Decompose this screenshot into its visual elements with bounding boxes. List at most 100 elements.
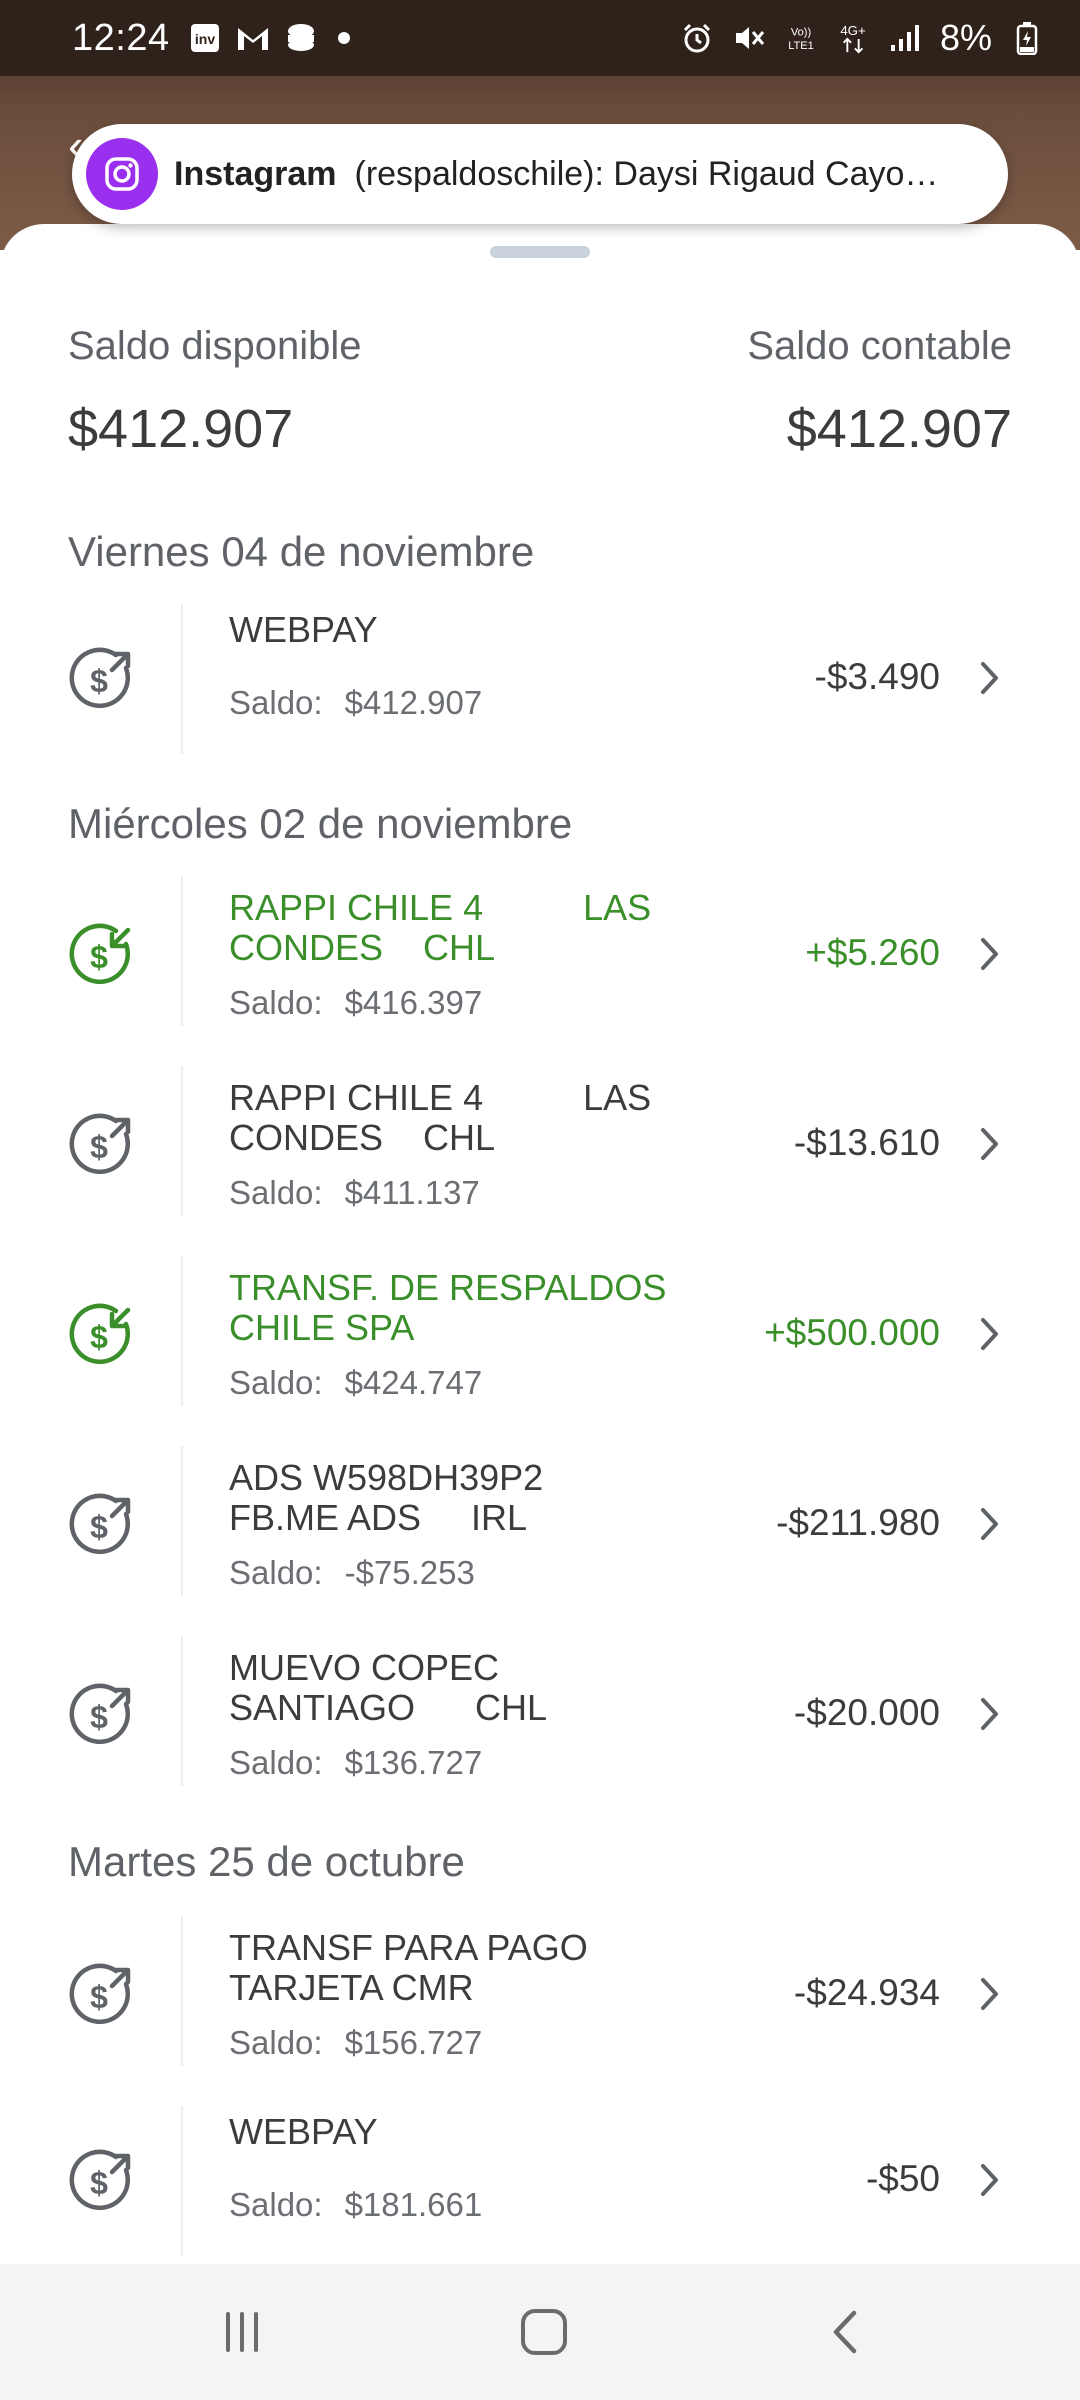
battery-charging-icon [1010,21,1044,55]
chevron-right-icon [981,1128,998,1160]
transaction-description: MUEVO COPEC SANTIAGO CHL [229,1647,548,1728]
saldo-value: $416.397 [344,984,483,1021]
balances-summary: Saldo disponible $412.907 Saldo contable… [68,324,1012,484]
transaction-amount: -$20.000 [793,1692,940,1733]
sheet-drag-handle[interactable] [490,246,590,258]
transaction-balance: Saldo: $424.747 [229,1364,482,1402]
home-icon[interactable] [514,2302,574,2362]
svg-text:$: $ [90,2165,108,2201]
transaction-balance: Saldo: $416.397 [229,984,482,1022]
saldo-label: Saldo: [229,1174,323,1211]
saldo-label: Saldo: [229,2024,323,2061]
transaction-amount: -$24.934 [793,1972,940,2013]
back-icon[interactable] [816,2302,876,2362]
transaction-description: RAPPI CHILE 4 LAS CONDES CHL [229,1077,652,1158]
date-header: Miércoles 02 de noviembre [68,800,573,847]
status-time: 12:24 [72,16,170,59]
dot-icon [337,32,350,44]
money-in-icon: $ [69,923,131,985]
transaction-amount: -$211.980 [776,1502,940,1543]
notification-app-name: Instagram [174,154,337,193]
saldo-value: -$75.253 [344,1554,475,1591]
chevron-right-icon [981,1978,998,2010]
battery-percentage: 8% [939,17,992,58]
svg-text:4G+: 4G+ [840,23,866,38]
saldo-value: $424.747 [344,1364,483,1401]
transaction-balance: Saldo: $136.727 [229,1744,482,1782]
saldo-label: Saldo: [229,1554,323,1591]
row-divider [181,604,183,754]
date-header: Viernes 04 de noviembre [68,528,535,575]
saldo-value: $411.137 [344,1174,480,1211]
accounting-balance-label: Saldo contable [747,324,1012,368]
row-divider [181,1256,183,1406]
svg-text:$: $ [90,1319,108,1355]
svg-text:$: $ [90,663,108,699]
row-divider [181,1446,183,1596]
svg-text:$: $ [90,1699,108,1735]
row-divider [181,2106,183,2256]
svg-text:$: $ [90,939,108,975]
money-out-icon: $ [69,1683,131,1745]
row-divider [181,876,183,1026]
saldo-value: $156.727 [344,2024,483,2061]
transaction-description: ADS W598DH39P2 FB.ME ADS IRL [229,1457,544,1538]
recent-apps-icon[interactable] [212,2302,272,2362]
inv-app-icon: inv [188,21,222,55]
available-balance-value: $412.907 [68,399,294,459]
chevron-right-icon [981,1508,998,1540]
transaction-balance: Saldo: $412.907 [229,684,482,722]
money-out-icon: $ [69,1963,131,2025]
transaction-amount: -$13.610 [793,1122,940,1163]
saldo-label: Saldo: [229,1744,323,1781]
svg-text:$: $ [90,1129,108,1165]
transaction-amount: +$500.000 [764,1312,940,1353]
status-bar: 12:24 inv Vo)) LTE1 4G+ 8% [0,0,1080,76]
transaction-amount: -$3.490 [814,656,941,697]
notification-text: (respaldoschile): Daysi Rigaud Cayo… [354,154,939,193]
transaction-balance: Saldo: $411.137 [229,1174,480,1212]
transaction-description: TRANSF. DE RESPALDOS CHILE SPA [229,1267,667,1348]
transaction-balance: Saldo: $181.661 [229,2186,482,2224]
transaction-balance: Saldo: -$75.253 [229,1554,475,1592]
mute-icon [732,21,766,55]
accounting-balance-value: $412.907 [786,399,1012,459]
burger-king-icon [284,21,318,55]
saldo-label: Saldo: [229,984,323,1021]
chevron-right-icon [981,662,998,694]
saldo-label: Saldo: [229,1364,323,1401]
chevron-right-icon [981,938,998,970]
money-out-icon: $ [69,2149,131,2211]
saldo-value: $412.907 [344,684,483,721]
transaction-amount: +$5.260 [805,932,940,973]
money-out-icon: $ [69,1113,131,1175]
instagram-notification[interactable]: Instagram (respaldoschile): Daysi Rigaud… [72,124,1008,224]
svg-text:LTE1: LTE1 [788,40,814,52]
transaction-description: WEBPAY [229,609,378,650]
saldo-value: $136.727 [344,1744,483,1781]
gmail-icon [236,21,270,55]
4g-icon: 4G+ [836,21,870,55]
svg-text:$: $ [90,1979,108,2015]
row-divider [181,1916,183,2066]
svg-text:inv: inv [194,31,214,47]
transaction-description: WEBPAY [229,2111,378,2152]
chevron-right-icon [981,1318,998,1350]
available-balance-label: Saldo disponible [68,324,362,368]
saldo-value: $181.661 [344,2186,483,2223]
row-divider [181,1066,183,1216]
money-in-icon: $ [69,1303,131,1365]
signal-icon [888,21,922,55]
instagram-icon [86,138,158,210]
transaction-balance: Saldo: $156.727 [229,2024,482,2062]
chevron-right-icon [981,1698,998,1730]
money-out-icon: $ [69,647,131,709]
saldo-label: Saldo: [229,684,323,721]
chevron-right-icon [981,2164,998,2196]
transaction-description: RAPPI CHILE 4 LAS CONDES CHL [229,887,652,968]
alarm-icon [680,21,714,55]
date-header: Martes 25 de octubre [68,1838,465,1885]
transaction-amount: -$50 [865,2158,940,2199]
svg-text:$: $ [90,1509,108,1545]
volte-icon: Vo)) LTE1 [784,21,818,55]
